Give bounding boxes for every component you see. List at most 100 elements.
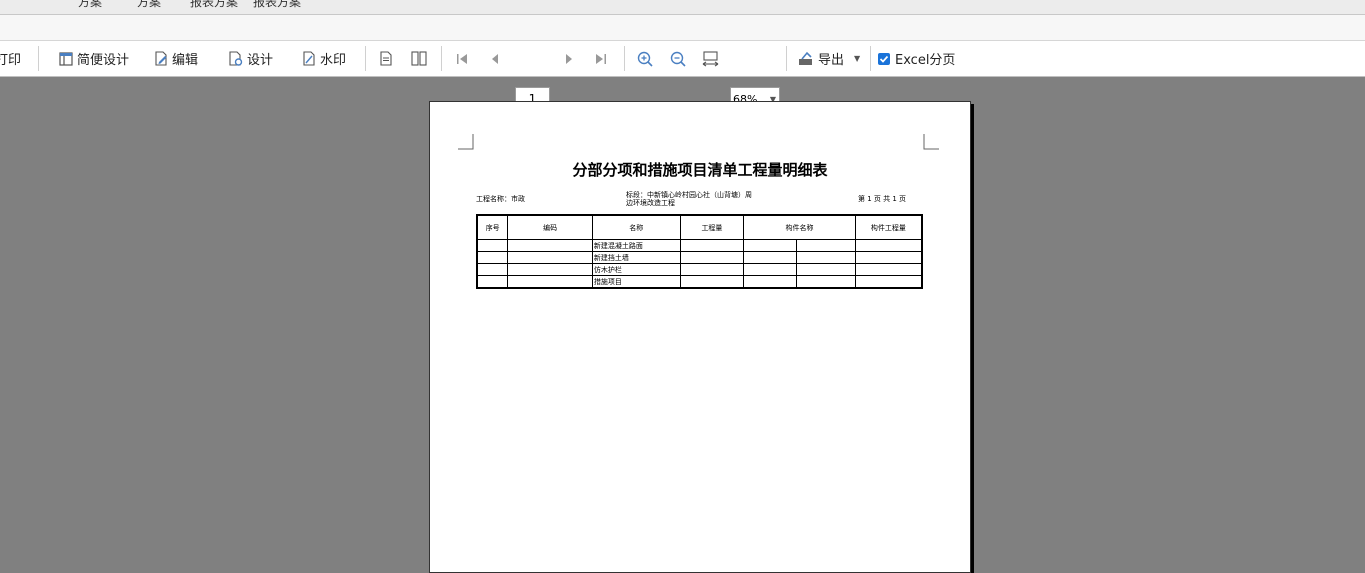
table-cell	[476, 263, 509, 276]
table-row: 措施项目	[476, 275, 923, 289]
report-table: 序号 编码 名称 工程量 构件名称 构件工程量 新建混凝土路面 新建挡土墙 仿木…	[476, 214, 923, 289]
zoom-in-icon	[637, 51, 653, 67]
print-button[interactable]: 打印	[0, 41, 21, 76]
toolbar-divider	[786, 46, 787, 71]
table-cell	[854, 263, 923, 276]
report-page: 分部分项和措施项目清单工程量明细表 工程名称：市政 标段：中新镇心岭村园心社（山…	[429, 101, 971, 573]
single-page-icon	[380, 51, 392, 66]
tab-scheme-1[interactable]: 方案	[78, 0, 102, 10]
toolbar-divider	[365, 46, 366, 71]
header-cell: 构件工程量	[854, 214, 923, 240]
table-cell	[743, 251, 797, 264]
section-line-1: 标段：中新镇心岭村园心社（山背塘）周	[626, 191, 752, 199]
first-page-icon	[457, 53, 467, 64]
export-icon	[799, 51, 812, 65]
design-icon	[229, 51, 243, 66]
table-cell	[679, 239, 745, 252]
toolbar-divider	[870, 46, 871, 71]
header-cell: 序号	[476, 214, 509, 240]
double-page-icon	[411, 51, 427, 66]
zoom-in-button[interactable]	[637, 41, 653, 76]
table-row: 仿木护栏	[476, 263, 923, 276]
watermark-label: 水印	[320, 53, 347, 68]
item-name-cell: 措施项目	[591, 275, 681, 289]
table-row: 新建挡土墙	[476, 251, 923, 264]
fit-width-icon	[702, 50, 719, 66]
table-header-row: 序号 编码 名称 工程量 构件名称 构件工程量	[476, 214, 923, 240]
table-cell	[476, 251, 509, 264]
toolbar-divider	[38, 46, 39, 71]
secondary-bar	[0, 15, 1365, 41]
table-cell	[679, 275, 745, 289]
item-name-cell: 新建混凝土路面	[591, 239, 681, 252]
design-button[interactable]: 设计	[228, 41, 273, 76]
table-cell	[854, 251, 923, 264]
table-cell	[679, 263, 745, 276]
item-name-cell: 仿木护栏	[591, 263, 681, 276]
table-cell	[507, 251, 593, 264]
excel-paging-label: Excel分页	[895, 53, 956, 68]
header-cell: 名称	[591, 214, 681, 240]
fit-width-button[interactable]	[702, 41, 719, 76]
table-cell	[743, 263, 797, 276]
edit-label: 编辑	[172, 53, 199, 68]
table-row: 新建混凝土路面	[476, 239, 923, 252]
item-name-cell: 新建挡土墙	[591, 251, 681, 264]
zoom-out-button[interactable]	[670, 41, 686, 76]
header-cell: 编码	[507, 214, 593, 240]
tab-scheme-2[interactable]: 方案	[137, 0, 161, 10]
table-cell	[854, 275, 923, 289]
last-page-button[interactable]	[595, 41, 607, 76]
table-cell	[743, 239, 797, 252]
previous-page-button[interactable]	[490, 41, 500, 76]
double-page-view-button[interactable]	[411, 41, 427, 76]
table-cell	[795, 239, 856, 252]
tab-report-scheme-1[interactable]: 报表方案	[190, 0, 238, 10]
header-cell: 工程量	[679, 214, 745, 240]
table-cell	[679, 251, 745, 264]
toolbar-divider	[441, 46, 442, 71]
chevron-down-icon: ▼	[854, 54, 861, 63]
crop-mark-top-right	[923, 134, 939, 150]
first-page-button[interactable]	[456, 41, 468, 76]
next-page-button[interactable]	[564, 41, 574, 76]
design-label: 设计	[247, 53, 274, 68]
report-title: 分部分项和措施项目清单工程量明细表	[572, 161, 828, 179]
project-name: 工程名称：市政	[476, 195, 525, 203]
crop-mark-top-left	[458, 134, 474, 150]
excel-paging-toggle[interactable]: Excel分页	[878, 41, 955, 76]
toolbar-divider	[624, 46, 625, 71]
table-cell	[476, 239, 509, 252]
single-page-view-button[interactable]	[379, 41, 393, 76]
simple-design-label: 简便设计	[77, 53, 130, 68]
zoom-out-icon	[670, 51, 686, 67]
section-line-2: 边环境改造工程	[626, 199, 675, 207]
scheme-tab-strip: 方案 方案 报表方案 报表方案	[0, 0, 1365, 15]
table-cell	[795, 251, 856, 264]
checkbox-checked-icon[interactable]	[878, 52, 890, 65]
preview-toolbar: 打印 简便设计 编辑 设计 水印 1 68% ▼ 导出 ▼ Excel分页	[0, 41, 1365, 112]
chevron-left-icon	[492, 53, 498, 64]
tab-report-scheme-2[interactable]: 报表方案	[253, 0, 301, 10]
chevron-right-icon	[566, 53, 572, 64]
page-info: 第 1 页 共 1 页	[858, 195, 907, 203]
table-cell	[795, 263, 856, 276]
simple-design-button[interactable]: 简便设计	[59, 41, 129, 76]
export-dropdown-button[interactable]: ▼	[854, 41, 860, 76]
layout-icon	[59, 51, 73, 66]
export-button[interactable]: 导出	[798, 41, 844, 76]
export-label: 导出	[818, 53, 845, 68]
print-label: 打印	[0, 53, 22, 68]
edit-button[interactable]: 编辑	[154, 41, 198, 76]
edit-icon	[155, 51, 167, 66]
table-cell	[476, 275, 509, 289]
watermark-button[interactable]: 水印	[302, 41, 346, 76]
header-cell: 构件名称	[743, 214, 856, 240]
table-cell	[795, 275, 856, 289]
table-cell	[743, 275, 797, 289]
table-cell	[507, 239, 593, 252]
table-cell	[507, 275, 593, 289]
table-cell	[854, 239, 923, 252]
watermark-icon	[303, 51, 315, 66]
last-page-icon	[596, 53, 606, 64]
